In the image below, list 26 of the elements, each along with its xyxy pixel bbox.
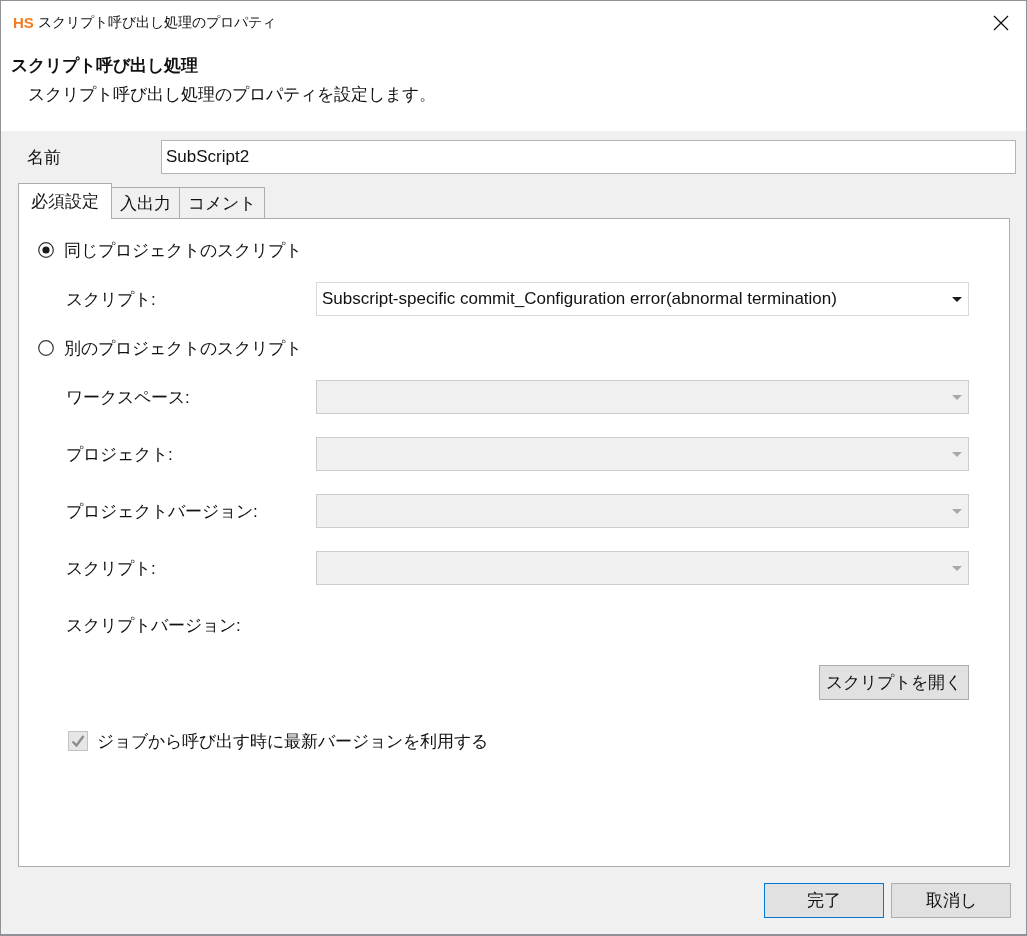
radio-button[interactable]: 別のプロジェクトのスクリプト <box>38 336 302 360</box>
caret-icon <box>952 451 962 457</box>
radio-button[interactable]: 同じプロジェクトのスクリプト <box>38 238 302 262</box>
field-label: スクリプト: <box>66 557 156 580</box>
caret-icon <box>952 565 962 571</box>
field-label: スクリプトバージョン: <box>66 614 241 637</box>
caret-icon <box>952 394 962 400</box>
open-script-button[interactable]: スクリプトを開く <box>819 665 969 700</box>
dialog-description: スクリプト呼び出し処理のプロパティを設定します。 <box>28 84 436 106</box>
field-label: 名前 <box>27 146 61 169</box>
field-label: ワークスペース: <box>66 386 190 409</box>
dialog-button[interactable]: 完了 <box>764 883 884 918</box>
field-label: プロジェクト: <box>66 443 173 466</box>
window-title: スクリプト呼び出し処理のプロパティ <box>37 13 276 30</box>
close-icon <box>993 14 1009 31</box>
field-label: プロジェクトバージョン: <box>66 500 258 523</box>
field-label: スクリプト: <box>66 288 156 311</box>
dropdown[interactable]: Subscript-specific commit_Configuration error(abnormal termination) <box>316 282 969 316</box>
app-logo: HS <box>13 14 34 31</box>
tab[interactable]: 必須設定 <box>18 183 112 219</box>
dialog-button[interactable]: 取消し <box>891 883 1011 918</box>
caret-icon <box>952 296 962 302</box>
dialog-heading: スクリプト呼び出し処理 <box>11 55 198 77</box>
name-field[interactable]: SubScript2 <box>161 140 1016 174</box>
tab[interactable]: コメント <box>179 187 265 218</box>
caret-icon <box>952 508 962 514</box>
